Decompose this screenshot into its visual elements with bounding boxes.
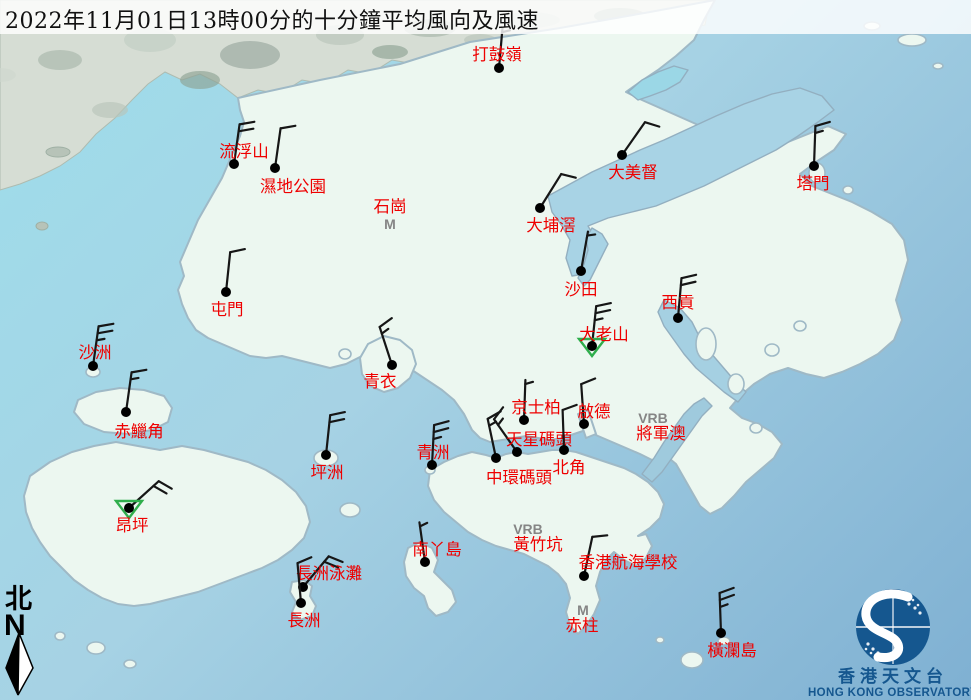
- station-label-wong-chuk-hang: 黃竹坑: [513, 535, 563, 554]
- hko-logo-chinese: 香港天文台: [838, 666, 948, 687]
- station-label-tai-mei-tuk: 大美督: [608, 163, 658, 182]
- station-dot: [494, 63, 504, 73]
- station-label-sai-kung: 西貢: [662, 293, 695, 312]
- station-label-stanley: 赤柱: [566, 616, 599, 635]
- wind-barb-feather: [99, 324, 114, 327]
- station-sha-chau: 沙洲: [79, 324, 114, 371]
- hong-kong-wind-map: 打鼓嶺流浮山濕地公園 M石崗大埔滘 大美督塔門沙田西貢大老山 屯門沙洲赤鱲角 青衣青洲 京…: [0, 0, 971, 700]
- station-label-tuen-mun: 屯門: [211, 300, 244, 319]
- wind-barb-feather: [298, 557, 312, 563]
- station-label-sha-tin: 沙田: [565, 280, 598, 299]
- station-label-tsing-yi: 青衣: [364, 372, 397, 391]
- station-label-tap-mun: 塔門: [797, 174, 830, 193]
- station-dot: [88, 361, 98, 371]
- wind-barb-feather: [420, 523, 427, 527]
- weather-map-page: 打鼓嶺流浮山濕地公園 M石崗大埔滘 大美督塔門沙田西貢大老山 屯門沙洲赤鱲角 青衣青洲 京…: [0, 0, 971, 700]
- wind-barb-feather: [720, 588, 734, 593]
- wind-barb-feather: [434, 428, 448, 432]
- island-po-toi: [681, 652, 703, 668]
- island-ma-wan: [339, 349, 351, 359]
- station-dot: [321, 450, 331, 460]
- station-label-cheung-chau-beach: 長洲泳灘: [296, 564, 362, 583]
- station-dot: [296, 598, 306, 608]
- station-cheung-chau-beach: 長洲泳灘: [296, 556, 362, 592]
- wind-barb-feather: [98, 331, 113, 334]
- wind-barb-feather: [720, 595, 734, 600]
- station-label-hk-sea-school: 香港航海學校: [579, 553, 678, 572]
- station-label-tates-cairn: 大老山: [579, 325, 629, 344]
- land-lantau: [24, 442, 310, 606]
- wind-barb-feather: [720, 604, 728, 607]
- station-label-lau-fau-shan: 流浮山: [219, 142, 269, 161]
- wind-barb-feather: [434, 421, 448, 425]
- station-peng-chau: 坪洲: [311, 412, 345, 482]
- station-label-north-point: 北角: [553, 458, 586, 477]
- station-label-peng-chau: 坪洲: [311, 463, 344, 482]
- map-title: 2022年11月01日13時00分的十分鐘平均風向及風速: [5, 3, 539, 35]
- station-label-central-pier: 中環碼頭: [486, 468, 553, 487]
- hko-logo: 香港天文台 HONG KONG OBSERVATORY: [808, 589, 971, 699]
- station-label-green-island: 青洲: [417, 443, 450, 462]
- hko-logo-english: HONG KONG OBSERVATORY: [808, 687, 971, 699]
- station-label-ngong-ping: 昂坪: [116, 516, 149, 535]
- station-label-chek-lap-kok: 赤鱲角: [114, 422, 164, 441]
- station-flag-shek-kong: M: [384, 216, 396, 232]
- station-label-wetland-park: 濕地公園: [260, 177, 326, 196]
- north-arrow-icon: [6, 633, 33, 695]
- station-label-sha-chau: 沙洲: [79, 343, 112, 362]
- wind-barb-feather: [329, 556, 343, 562]
- wind-barb-feather: [132, 370, 147, 373]
- station-label-shek-kong: 石崗: [374, 197, 407, 216]
- wind-barb-shaft: [563, 410, 564, 450]
- station-label-cheung-chau: 長洲: [288, 611, 321, 630]
- station-dot: [809, 161, 819, 171]
- station-waglan-island: 橫瀾島: [707, 588, 757, 660]
- wind-barb-feather: [329, 419, 344, 422]
- station-dot: [535, 203, 545, 213]
- station-dot: [617, 150, 627, 160]
- station-label-tai-po-kau: 大埔滘: [526, 216, 576, 235]
- station-label-waglan-island: 橫瀾島: [707, 641, 757, 660]
- station-dot: [121, 407, 131, 417]
- station-label-ta-kwu-ling: 打鼓嶺: [472, 45, 522, 64]
- station-dot: [221, 287, 231, 297]
- station-label-tseung-kwan-o: 將軍澳: [636, 424, 686, 443]
- station-label-kai-tak: 啟德: [578, 402, 611, 421]
- station-label-kings-park: 京士柏: [511, 398, 561, 417]
- station-dot: [579, 571, 589, 581]
- north-compass: 北 N: [4, 584, 33, 695]
- station-dot: [270, 163, 280, 173]
- station-dot: [124, 503, 134, 513]
- wind-barb-feather: [587, 234, 595, 235]
- wind-barb-feather: [131, 378, 139, 379]
- station-dot: [576, 266, 586, 276]
- island-hei-ling-chau: [340, 503, 360, 517]
- station-dot: [559, 445, 569, 455]
- station-dot: [673, 313, 683, 323]
- compass-n-label: N: [4, 609, 26, 642]
- wind-barb-feather: [330, 412, 345, 415]
- wind-barb-feather: [592, 535, 607, 537]
- station-label-lamma-island: 南丫島: [412, 540, 462, 559]
- station-dot: [716, 628, 726, 638]
- station-dot: [387, 360, 397, 370]
- station-dot: [491, 453, 501, 463]
- wind-barb-feather: [97, 339, 105, 340]
